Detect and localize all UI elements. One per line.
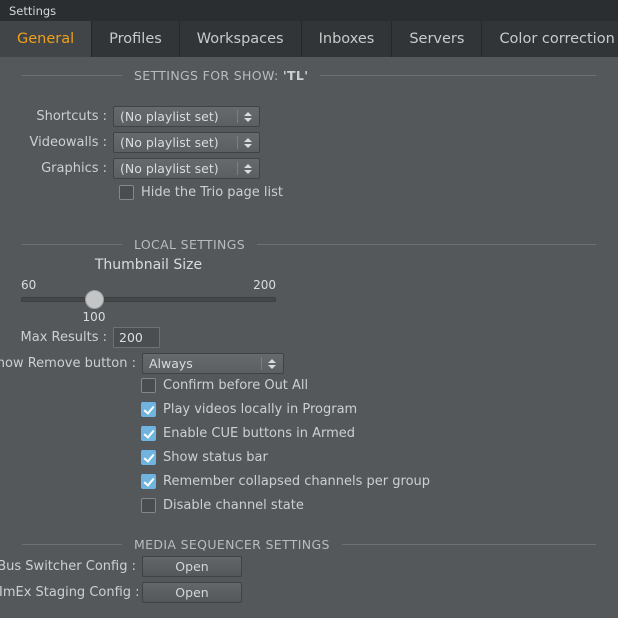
pbus-switcher-config-label: PBus Switcher Config :: [0, 559, 136, 574]
checkbox-box: [141, 450, 156, 465]
show-remove-button-value: Always: [149, 356, 193, 371]
checkbox-confirm-before-out-all-label: Confirm before Out All: [163, 378, 309, 393]
chevron-updown-icon: [244, 137, 252, 148]
thumbnail-size-slider-handle[interactable]: [85, 290, 104, 309]
chevron-updown-icon: [244, 111, 252, 122]
show-remove-button-label: Show Remove button :: [0, 356, 136, 371]
checkbox-play-videos-locally[interactable]: Play videos locally in Program: [141, 402, 357, 417]
tab-workspaces-label: Workspaces: [196, 31, 284, 47]
checkbox-hide-trio-page-list[interactable]: Hide the Trio page list: [119, 185, 283, 200]
thumbnail-size-value: 100: [82, 310, 106, 324]
tab-profiles-label: Profiles: [109, 31, 162, 47]
row-max-results: Max Results :: [0, 327, 160, 348]
tab-color-correction[interactable]: Color correction: [482, 21, 618, 57]
tab-inboxes-label: Inboxes: [318, 31, 375, 47]
checkbox-confirm-before-out-all[interactable]: Confirm before Out All: [141, 378, 308, 393]
tab-servers-label: Servers: [409, 31, 465, 47]
chevron-updown-icon: [268, 358, 276, 369]
graphics-playlist-dropdown[interactable]: (No playlist set): [113, 158, 260, 179]
checkbox-box: [141, 402, 156, 417]
show-remove-button-dropdown[interactable]: Always: [142, 353, 284, 374]
section-header-show: SETTINGS FOR SHOW: 'TL': [22, 68, 596, 83]
section-rule-right: [341, 544, 596, 545]
row-pbus-switcher-config: PBus Switcher Config : Open: [0, 556, 242, 577]
combo-separator: [237, 110, 238, 123]
pbus-switcher-config-open-button[interactable]: Open: [142, 556, 242, 577]
chevron-updown-icon: [244, 163, 252, 174]
checkbox-enable-cue-buttons[interactable]: Enable CUE buttons in Armed: [141, 426, 355, 441]
max-results-label: Max Results :: [20, 330, 107, 345]
gh-imex-staging-config-open-label: Open: [175, 585, 209, 600]
tab-workspaces[interactable]: Workspaces: [179, 21, 302, 57]
window-title: Settings: [9, 3, 57, 18]
max-results-input[interactable]: [113, 327, 160, 348]
tab-general[interactable]: General: [0, 21, 93, 57]
checkbox-box: [119, 185, 134, 200]
row-graphics: Graphics : (No playlist set): [0, 158, 260, 179]
shortcuts-label: Shortcuts :: [36, 109, 107, 124]
settings-window: Settings General Profiles Workspaces Inb…: [0, 0, 618, 618]
row-gh-imex-staging-config: GH ImEx Staging Config : Open: [0, 582, 242, 603]
videowalls-playlist-dropdown[interactable]: (No playlist set): [113, 132, 260, 153]
pbus-switcher-config-open-label: Open: [175, 559, 209, 574]
checkbox-remember-collapsed-channels[interactable]: Remember collapsed channels per group: [141, 474, 430, 489]
tab-bar: General Profiles Workspaces Inboxes Serv…: [0, 21, 618, 57]
checkbox-box: [141, 426, 156, 441]
section-header-media-sequencer-label: MEDIA SEQUENCER SETTINGS: [134, 537, 330, 552]
combo-separator: [237, 162, 238, 175]
graphics-playlist-value: (No playlist set): [120, 161, 219, 176]
general-settings-panel: SETTINGS FOR SHOW: 'TL' Shortcuts : (No …: [0, 57, 618, 618]
section-header-show-value: 'TL': [282, 68, 309, 83]
gh-imex-staging-config-open-button[interactable]: Open: [142, 582, 242, 603]
checkbox-remember-collapsed-channels-label: Remember collapsed channels per group: [163, 474, 431, 489]
thumbnail-size-min-label: 60: [21, 278, 37, 292]
combo-separator: [261, 357, 262, 370]
section-rule-right: [257, 244, 596, 245]
shortcuts-playlist-dropdown[interactable]: (No playlist set): [113, 106, 260, 127]
checkbox-enable-cue-buttons-label: Enable CUE buttons in Armed: [163, 426, 356, 441]
window-titlebar: Settings: [0, 0, 618, 21]
section-rule-left: [22, 244, 122, 245]
checkbox-hide-trio-page-list-label: Hide the Trio page list: [141, 185, 284, 200]
tab-servers[interactable]: Servers: [392, 21, 483, 57]
tab-profiles[interactable]: Profiles: [92, 21, 180, 57]
checkbox-play-videos-locally-label: Play videos locally in Program: [163, 402, 358, 417]
tab-color-correction-label: Color correction: [499, 31, 615, 47]
section-header-local-label: LOCAL SETTINGS: [134, 237, 246, 252]
thumbnail-size-title: Thumbnail Size: [94, 257, 203, 273]
section-rule-left: [22, 544, 122, 545]
section-header-show-label: SETTINGS FOR SHOW: 'TL': [134, 68, 308, 83]
section-header-local: LOCAL SETTINGS: [22, 237, 596, 252]
section-rule-right: [320, 75, 596, 76]
graphics-label: Graphics :: [41, 161, 107, 176]
thumbnail-size-max-label: 200: [253, 278, 276, 292]
checkbox-box: [141, 498, 156, 513]
section-header-show-prefix: SETTINGS FOR SHOW:: [134, 68, 283, 83]
shortcuts-playlist-value: (No playlist set): [120, 109, 219, 124]
checkbox-show-status-bar[interactable]: Show status bar: [141, 450, 268, 465]
combo-separator: [237, 136, 238, 149]
section-rule-left: [22, 75, 122, 76]
gh-imex-staging-config-label: GH ImEx Staging Config :: [0, 585, 140, 600]
section-header-media-sequencer: MEDIA SEQUENCER SETTINGS: [22, 537, 596, 552]
checkbox-show-status-bar-label: Show status bar: [163, 450, 268, 465]
checkbox-box: [141, 378, 156, 393]
thumbnail-size-slider-group: Thumbnail Size 60 200 100: [21, 257, 276, 327]
row-shortcuts: Shortcuts : (No playlist set): [0, 106, 260, 127]
tab-general-label: General: [17, 31, 75, 47]
checkbox-disable-channel-state-label: Disable channel state: [163, 498, 304, 513]
checkbox-disable-channel-state[interactable]: Disable channel state: [141, 498, 304, 513]
row-videowalls: Videowalls : (No playlist set): [0, 132, 260, 153]
checkbox-box: [141, 474, 156, 489]
tab-inboxes[interactable]: Inboxes: [301, 21, 393, 57]
videowalls-label: Videowalls :: [29, 135, 107, 150]
thumbnail-size-slider-track[interactable]: [21, 297, 276, 302]
row-show-remove-button: Show Remove button : Always: [0, 353, 284, 374]
videowalls-playlist-value: (No playlist set): [120, 135, 219, 150]
